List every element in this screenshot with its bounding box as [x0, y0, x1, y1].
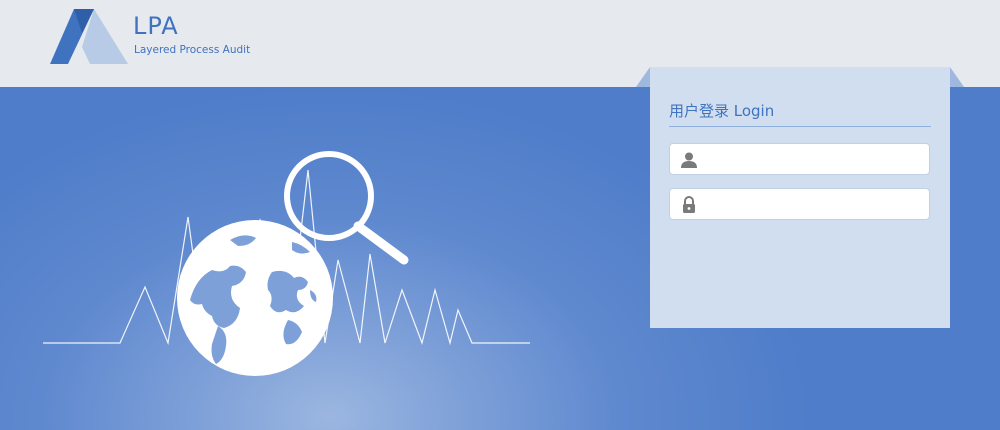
globe-icon [177, 220, 333, 376]
username-field[interactable] [669, 143, 930, 175]
panel-ear-right [950, 67, 964, 87]
panel-ear-left [636, 67, 650, 87]
password-field[interactable] [669, 188, 930, 220]
brand-tagline: Layered Process Audit [134, 44, 251, 56]
logo-icon [50, 9, 128, 64]
password-input[interactable] [704, 193, 922, 215]
login-page: LPA Layered Process Audit 用户登录 Login [0, 0, 1000, 430]
lock-icon [683, 196, 695, 213]
hero-illustration [43, 151, 530, 376]
login-divider [669, 126, 931, 127]
username-input[interactable] [704, 148, 922, 170]
login-title: 用户登录 Login [669, 102, 775, 120]
user-icon [681, 152, 697, 168]
brand-name: LPA [133, 12, 179, 40]
